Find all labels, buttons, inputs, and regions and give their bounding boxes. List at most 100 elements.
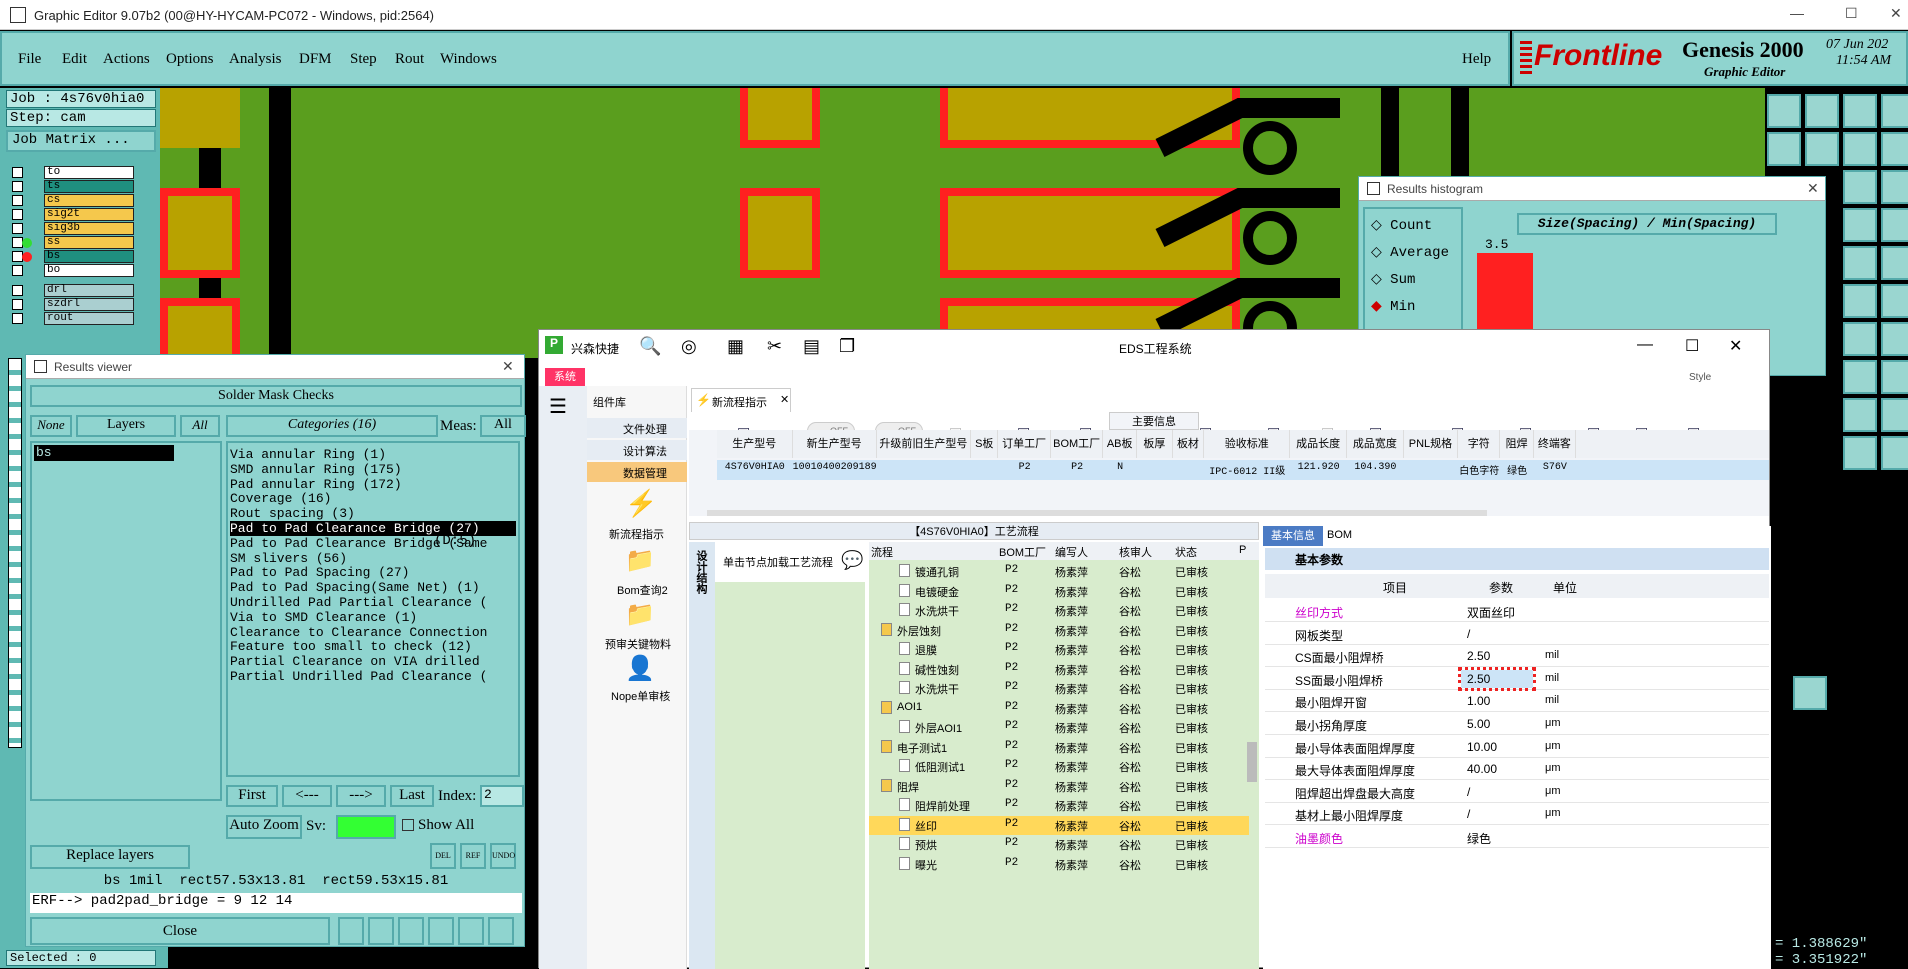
- flow-row[interactable]: 水洗烘干 P2 杨素萍 谷松 已审核: [869, 679, 1249, 698]
- layer-row-sig2t[interactable]: sig2t: [8, 208, 158, 222]
- param-row[interactable]: SS面最小阻焊桥 2.50 mil: [1265, 666, 1769, 691]
- tool-icon-25[interactable]: [1793, 676, 1827, 710]
- grid-header-cell[interactable]: 字符: [1458, 430, 1501, 458]
- category-item[interactable]: Coverage (16): [230, 491, 516, 506]
- close-icon[interactable]: ✕: [1890, 5, 1902, 22]
- flow-row[interactable]: 水洗烘干 P2 杨素萍 谷松 已审核: [869, 601, 1249, 620]
- param-row[interactable]: 最大导体表面阻焊厚度 40.00 μm: [1265, 758, 1769, 781]
- tool-icon-19[interactable]: [1843, 360, 1877, 394]
- menu-windows[interactable]: Windows: [440, 51, 497, 68]
- category-item[interactable]: Partial Clearance on VIA drilled: [230, 654, 516, 669]
- tool-icon-13[interactable]: [1843, 246, 1877, 280]
- layer-checkbox-column[interactable]: [8, 358, 22, 748]
- result-tool-icon-1[interactable]: [338, 917, 364, 945]
- eds-maximize-icon[interactable]: ☐: [1685, 336, 1699, 356]
- param-value[interactable]: 10.00: [1461, 738, 1533, 756]
- layer-row-to[interactable]: to: [8, 166, 158, 180]
- show-all-checkbox[interactable]: [402, 819, 414, 831]
- tool-icon-7[interactable]: [1843, 132, 1877, 166]
- layer-checkbox[interactable]: [12, 285, 23, 296]
- param-value[interactable]: 2.50: [1458, 666, 1536, 691]
- layer-row-ts[interactable]: ts: [8, 180, 158, 194]
- menu-edit[interactable]: Edit: [62, 51, 87, 68]
- layer-row-cs[interactable]: cs: [8, 194, 158, 208]
- side-bom-query[interactable]: Bom查询2: [617, 582, 668, 598]
- param-value[interactable]: /: [1461, 625, 1533, 643]
- flow-row[interactable]: AOI1 P2 杨素萍 谷松 已审核: [869, 699, 1249, 718]
- layer-row-drl[interactable]: drl: [8, 284, 158, 298]
- param-row[interactable]: 最小阻焊开窗 1.00 mil: [1265, 690, 1769, 713]
- grid-header-cell[interactable]: 新生产型号: [793, 430, 877, 458]
- option-sum[interactable]: ◇ Sum: [1371, 271, 1415, 288]
- hamburger-icon[interactable]: ☰: [549, 394, 567, 419]
- auto-zoom-select[interactable]: Auto Zoom: [226, 815, 302, 839]
- grid-header-cell[interactable]: 阻焊: [1500, 430, 1534, 458]
- tool-icon-3[interactable]: [1843, 94, 1877, 128]
- grid-header-cell[interactable]: 终端客: [1534, 430, 1576, 458]
- grid-header-cell[interactable]: 订单工厂: [998, 430, 1051, 458]
- menu-actions[interactable]: Actions: [103, 51, 150, 68]
- grid-header-cell[interactable]: BOM工厂: [1051, 430, 1104, 458]
- grid-data-row[interactable]: 4S76V0HIA0 10010400209189 P2 P2 N IPC-6012 II…: [717, 460, 1769, 480]
- category-item[interactable]: SM slivers (56): [230, 551, 516, 566]
- tool-icon-21[interactable]: [1843, 398, 1877, 432]
- globe-icon[interactable]: ◎: [681, 336, 697, 357]
- flow-row[interactable]: 外层AOI1 P2 杨素萍 谷松 已审核: [869, 718, 1249, 737]
- scissors-icon[interactable]: ✂: [767, 336, 782, 357]
- menu-rout[interactable]: Rout: [395, 51, 424, 68]
- side-new-flow[interactable]: 新流程指示: [609, 526, 664, 542]
- results-close-icon[interactable]: ✕: [502, 358, 514, 375]
- flow-row[interactable]: 低阻测试1 P2 杨素萍 谷松 已审核: [869, 757, 1249, 776]
- system-tab[interactable]: 系统: [545, 368, 585, 386]
- param-row[interactable]: 阻焊超出焊盘最大高度 / μm: [1265, 781, 1769, 803]
- layer-checkbox[interactable]: [12, 195, 23, 206]
- sv-select[interactable]: [336, 815, 396, 839]
- grid-header-cell[interactable]: AB板: [1103, 430, 1137, 458]
- del-button[interactable]: DEL: [430, 843, 456, 869]
- param-value[interactable]: 1.00: [1461, 692, 1533, 710]
- layers-button[interactable]: Layers: [76, 415, 176, 437]
- tool-icon-11[interactable]: [1843, 208, 1877, 242]
- first-button[interactable]: First: [226, 785, 278, 807]
- eds-close-icon[interactable]: ✕: [1729, 336, 1742, 356]
- category-item[interactable]: Pad annular Ring (172): [230, 477, 516, 492]
- flow-row[interactable]: 外层蚀刻 P2 杨素萍 谷松 已审核: [869, 621, 1249, 640]
- grid-header-cell[interactable]: PNL规格: [1404, 430, 1459, 458]
- grid-header-cell[interactable]: 板厚: [1137, 430, 1173, 458]
- category-item[interactable]: Via annular Ring (1): [230, 447, 516, 462]
- none-button[interactable]: None: [30, 415, 72, 437]
- param-row[interactable]: 最小导体表面阻焊厚度 10.00 μm: [1265, 736, 1769, 758]
- design-struct-tab[interactable]: 设计结构: [689, 542, 715, 969]
- flow-row[interactable]: 电子测试1 P2 杨素萍 谷松 已审核: [869, 738, 1249, 757]
- histogram-close-icon[interactable]: ✕: [1807, 180, 1819, 197]
- option-min[interactable]: ◆ Min: [1371, 298, 1415, 315]
- layer-checkbox[interactable]: [12, 167, 23, 178]
- grid-header-cell[interactable]: 板材: [1173, 430, 1205, 458]
- side-nope-review[interactable]: Nope单审核: [611, 688, 670, 704]
- grid-header-cell[interactable]: 生产型号: [717, 430, 793, 458]
- tool-icon-15[interactable]: [1843, 284, 1877, 318]
- layer-row-szdrl[interactable]: szdrl: [8, 298, 158, 312]
- tool-icon-2[interactable]: [1805, 94, 1839, 128]
- job-matrix-button[interactable]: Job Matrix ...: [6, 130, 156, 152]
- tool-icon-5[interactable]: [1767, 132, 1801, 166]
- undo-button[interactable]: UNDO: [490, 843, 516, 869]
- option-count[interactable]: ◇ Count: [1371, 217, 1432, 234]
- grid-header-cell[interactable]: 成品宽度: [1347, 430, 1404, 458]
- layer-checkbox[interactable]: [12, 313, 23, 324]
- result-tool-icon-2[interactable]: [368, 917, 394, 945]
- flow-row[interactable]: 丝印 P2 杨素萍 谷松 已审核: [869, 815, 1249, 835]
- flow-row[interactable]: 电镀硬金 P2 杨素萍 谷松 已审核: [869, 582, 1249, 601]
- info-tab-bom[interactable]: BOM: [1327, 529, 1352, 541]
- layer-checkbox[interactable]: [12, 209, 23, 220]
- tab-new-flow[interactable]: ⚡ 新流程指示 ✕: [691, 388, 791, 412]
- grid-icon[interactable]: ▦: [727, 336, 744, 357]
- param-value[interactable]: 双面丝印: [1461, 602, 1533, 620]
- zoom-ratio-icon[interactable]: [1843, 170, 1877, 204]
- category-item[interactable]: Via to SMD Clearance (1): [230, 610, 516, 625]
- clipboard-icon[interactable]: ❐: [839, 336, 855, 357]
- tool-icon-20[interactable]: [1881, 360, 1908, 394]
- tool-icon-14[interactable]: [1881, 246, 1908, 280]
- film-icon[interactable]: ▤: [803, 336, 820, 357]
- flow-row[interactable]: 曝光 P2 杨素萍 谷松 已审核: [869, 855, 1249, 874]
